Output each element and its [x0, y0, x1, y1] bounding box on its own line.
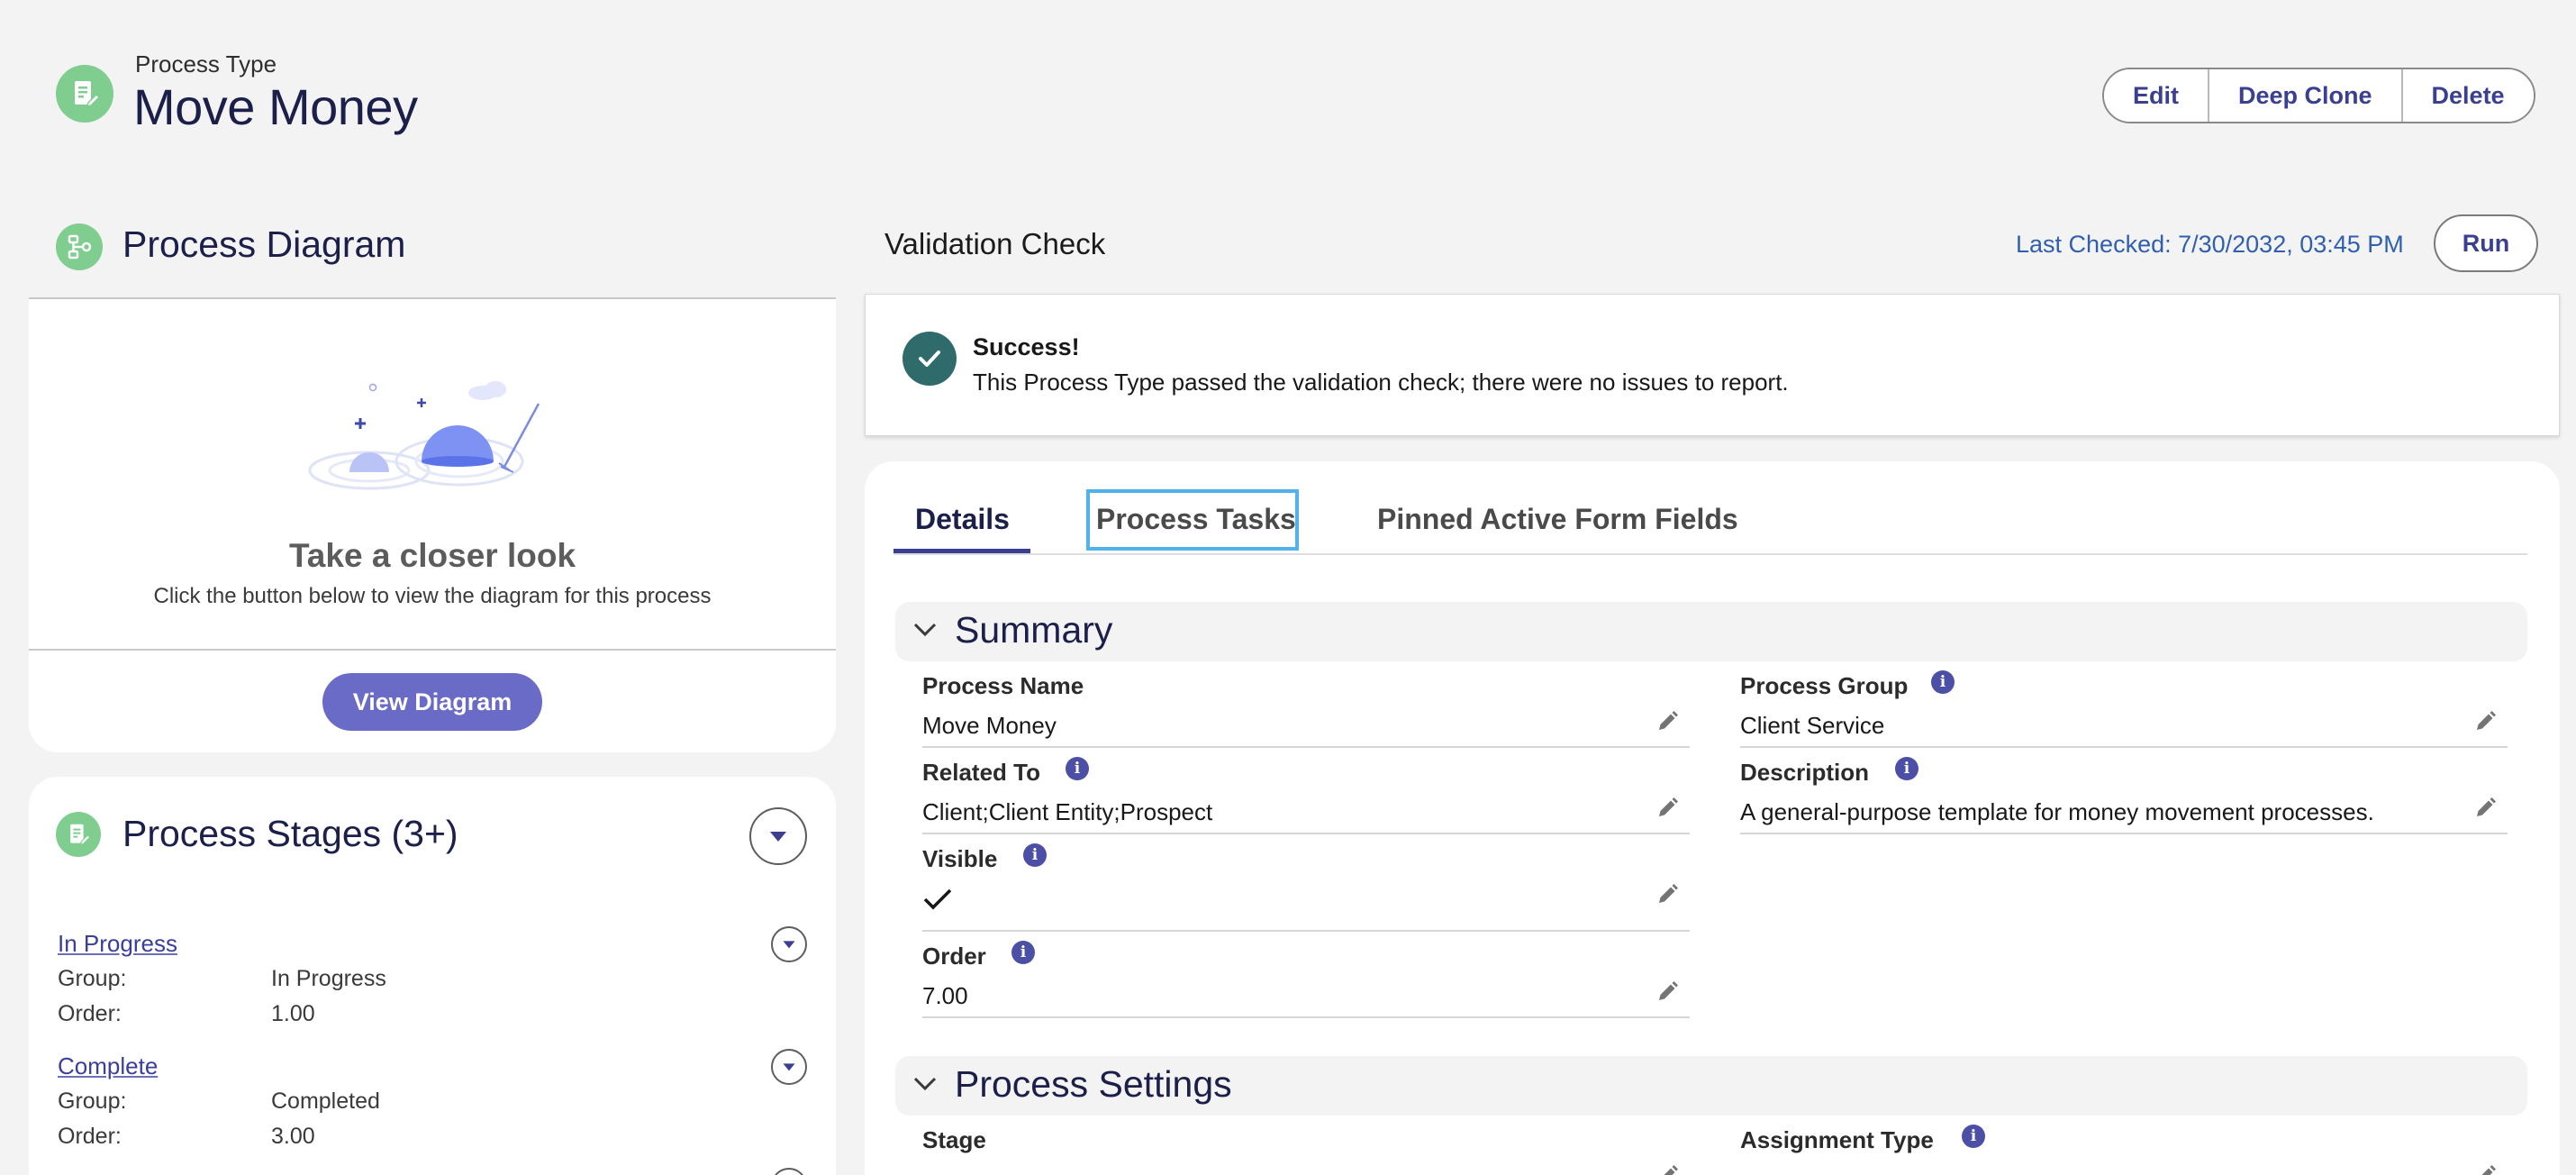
pencil-icon[interactable] [1654, 708, 1681, 735]
tab-bar-line [893, 553, 2527, 555]
process-diagram-title: Process Diagram [122, 223, 406, 265]
stages-menu-button[interactable] [749, 807, 807, 865]
stage-group-value: Completed [271, 1088, 380, 1114]
chevron-down-icon[interactable] [912, 620, 939, 644]
info-icon[interactable]: i [1023, 843, 1047, 867]
active-tab-indicator [893, 549, 1030, 553]
pencil-icon[interactable] [2472, 1162, 2499, 1175]
process-type-icon [56, 65, 113, 123]
page-kicker: Process Type [135, 50, 277, 77]
check-circle-icon [903, 332, 957, 386]
field-divider [1740, 746, 2508, 748]
summary-section-header[interactable] [895, 602, 2527, 661]
chevron-down-icon [770, 832, 786, 842]
empty-state-subtext: Click the button below to view the diagr… [153, 584, 712, 608]
pencil-icon[interactable] [1654, 795, 1681, 822]
order-label: Order [922, 943, 986, 970]
process-diagram-icon [56, 223, 103, 270]
info-icon[interactable]: i [1895, 757, 1918, 780]
header-actions: Edit Deep Clone Delete [2102, 68, 2535, 123]
checkmark-icon [922, 887, 953, 916]
stage-menu-button[interactable] [771, 1049, 807, 1085]
stage-menu-button[interactable] [771, 926, 807, 962]
empty-state-heading: Take a closer look [288, 537, 576, 574]
field-divider [922, 1016, 1690, 1018]
process-settings-section-title: Process Settings [955, 1063, 1232, 1105]
summary-section-title: Summary [955, 609, 1113, 651]
chevron-down-icon [783, 1063, 795, 1071]
stage-order-value: 1.00 [271, 1001, 315, 1026]
stage-link-complete[interactable]: Complete [58, 1052, 158, 1080]
stage-group-value: In Progress [271, 966, 386, 991]
field-divider [922, 833, 1690, 834]
stage-order-label: Order: [58, 1001, 122, 1026]
last-checked-text: Last Checked: 7/30/2032, 03:45 PM [2016, 231, 2404, 258]
tab-focus-ring [1086, 489, 1299, 551]
tab-pinned-active-form-fields[interactable]: Pinned Active Form Fields [1377, 503, 1738, 536]
tab-details[interactable]: Details [915, 503, 1010, 536]
process-group-value: Client Service [1740, 712, 1885, 739]
process-stages-title: Process Stages (3+) [122, 813, 458, 854]
info-icon[interactable]: i [1011, 941, 1035, 964]
info-icon[interactable]: i [1962, 1125, 1985, 1148]
field-divider [922, 930, 1690, 932]
run-button[interactable]: Run [2434, 214, 2538, 272]
view-diagram-button[interactable]: View Diagram [322, 673, 542, 731]
related-to-label: Related To [922, 759, 1040, 786]
description-value: A general-purpose template for money mov… [1740, 798, 2374, 825]
stage-order-label: Order: [58, 1124, 122, 1149]
process-stages-icon [56, 812, 101, 857]
assignment-type-label: Assignment Type [1740, 1126, 1934, 1153]
process-name-value: Move Money [922, 712, 1057, 739]
chevron-down-icon[interactable] [912, 1074, 939, 1098]
pencil-icon[interactable] [1654, 881, 1681, 908]
validation-check-title: Validation Check [884, 227, 1106, 260]
info-icon[interactable]: i [1066, 757, 1089, 780]
field-divider [1740, 833, 2508, 834]
delete-button[interactable]: Delete [2402, 69, 2534, 122]
deep-clone-button[interactable]: Deep Clone [2209, 69, 2403, 122]
validation-status-message: This Process Type passed the validation … [973, 369, 1789, 396]
validation-result-card [865, 294, 2560, 436]
edit-button[interactable]: Edit [2104, 69, 2209, 122]
pencil-icon[interactable] [1654, 979, 1681, 1006]
process-name-label: Process Name [922, 672, 1084, 699]
page-title: Move Money [133, 78, 418, 135]
validation-status-title: Success! [973, 333, 1080, 360]
related-to-value: Client;Client Entity;Prospect [922, 798, 1213, 825]
process-group-label: Process Group [1740, 672, 1909, 699]
visible-label: Visible [922, 845, 998, 872]
stage-group-label: Group: [58, 966, 127, 991]
stage-link-in-progress[interactable]: In Progress [58, 930, 177, 958]
info-icon[interactable]: i [1931, 670, 1955, 694]
stage-group-label: Group: [58, 1088, 127, 1114]
stage-order-value: 3.00 [271, 1124, 315, 1149]
field-divider [922, 746, 1690, 748]
divider [29, 649, 836, 651]
empty-state-illustration [306, 360, 567, 505]
description-label: Description [1740, 759, 1870, 786]
chevron-down-icon [783, 941, 795, 949]
order-value: 7.00 [922, 982, 968, 1009]
pencil-icon[interactable] [2472, 708, 2499, 735]
pencil-icon[interactable] [2472, 795, 2499, 822]
stage-label: Stage [922, 1126, 986, 1153]
pencil-icon[interactable] [1654, 1162, 1681, 1175]
